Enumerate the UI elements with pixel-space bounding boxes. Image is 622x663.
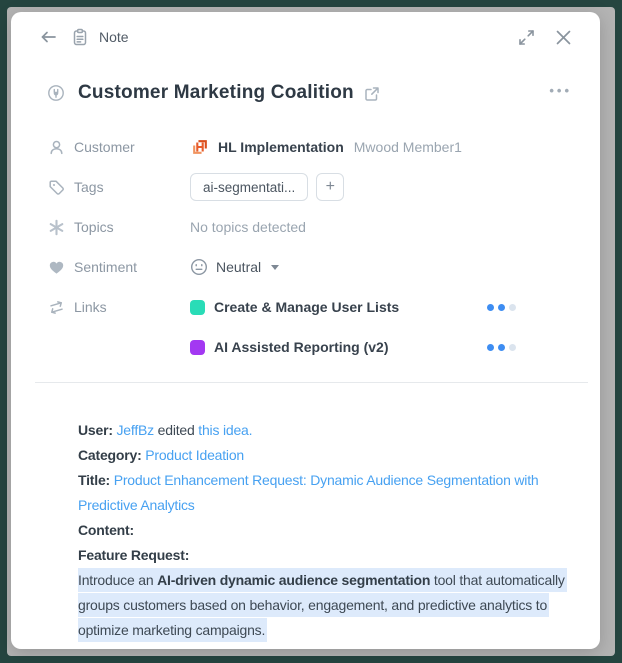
note-title-row: Customer Marketing Coalition ••• <box>39 79 572 107</box>
feature-request-label: Feature Request: <box>78 547 190 563</box>
field-tags: Tags ai-segmentati... + <box>39 167 572 207</box>
note-clipboard-icon <box>71 28 89 47</box>
add-tag-button[interactable]: + <box>316 173 345 201</box>
idea-title-link[interactable]: Product Enhancement Request: Dynamic Aud… <box>78 472 539 513</box>
field-sentiment: Sentiment Neutral <box>39 247 572 287</box>
user-link[interactable]: JeffBz <box>117 422 155 438</box>
progress-dot <box>487 343 494 351</box>
body-line-user: User: JeffBz edited this idea. <box>78 418 581 443</box>
highlighted-text: Introduce an AI-driven dynamic audience … <box>78 568 567 642</box>
idea-portal-icon <box>47 84 65 102</box>
note-fields: Customer HL Implementation Mwood Member1 <box>39 127 572 367</box>
note-type-label: Note <box>99 29 129 45</box>
topics-asterisk-icon <box>47 219 65 236</box>
chevron-down-icon <box>271 264 280 270</box>
links-field-label: Links <box>74 299 107 315</box>
topics-empty-value: No topics detected <box>190 219 306 235</box>
back-arrow-icon <box>39 28 58 46</box>
user-label: User: <box>78 422 113 438</box>
close-icon <box>555 29 572 46</box>
linked-item-name[interactable]: Create & Manage User Lists <box>214 299 399 315</box>
tag-icon <box>47 179 65 196</box>
external-link-icon[interactable] <box>364 86 380 102</box>
linked-item-name[interactable]: AI Assisted Reporting (v2) <box>214 339 389 355</box>
highlight-pre: Introduce an <box>78 572 158 588</box>
field-customer: Customer HL Implementation Mwood Member1 <box>39 127 572 167</box>
content-label: Content: <box>78 522 134 538</box>
topics-field-label: Topics <box>74 219 114 235</box>
expand-button[interactable] <box>518 29 535 46</box>
body-line-title: Title: Product Enhancement Request: Dyna… <box>78 468 581 518</box>
body-line-highlight: Introduce an AI-driven dynamic audience … <box>78 568 581 643</box>
title-label: Title: <box>78 472 110 488</box>
body-line-feature: Feature Request: <box>78 543 581 568</box>
sentiment-dropdown[interactable]: Neutral <box>190 258 280 276</box>
category-link[interactable]: Product Ideation <box>145 447 244 463</box>
body-line-content: Content: <box>78 518 581 543</box>
expand-icon <box>518 29 535 46</box>
customer-field-label: Customer <box>74 139 135 155</box>
field-topics: Topics No topics detected <box>39 207 572 247</box>
progress-dot <box>498 303 505 311</box>
user-mid-text: edited <box>153 422 199 438</box>
field-links: Links Create & Manage User Lists <box>39 287 572 327</box>
link-color-swatch <box>190 339 205 355</box>
note-modal: Note Customer Marketing Coalition ••• Cu… <box>11 12 600 649</box>
tag-chip[interactable]: ai-segmentati... <box>190 173 309 201</box>
field-links-row2: AI Assisted Reporting (v2) <box>39 327 572 367</box>
category-label: Category: <box>78 447 142 463</box>
idea-link[interactable]: this idea. <box>198 422 252 438</box>
body-line-category: Category: Product Ideation <box>78 443 581 468</box>
progress-dot <box>498 343 505 351</box>
link-color-swatch <box>190 299 205 315</box>
sentiment-field-label: Sentiment <box>74 259 138 275</box>
section-divider <box>35 382 588 383</box>
customer-company-name[interactable]: HL Implementation <box>218 139 344 155</box>
links-icon <box>47 299 65 316</box>
customer-member-name: Mwood Member1 <box>353 139 462 155</box>
close-button[interactable] <box>555 29 572 46</box>
highlight-bold: AI-driven dynamic audience segmentation <box>157 572 431 588</box>
link-progress-dots <box>487 343 516 351</box>
page-title: Customer Marketing Coalition <box>78 82 354 103</box>
note-body: User: JeffBz edited this idea. Category:… <box>78 418 581 643</box>
more-options-button[interactable]: ••• <box>549 84 572 103</box>
tags-field-label: Tags <box>74 179 104 195</box>
link-progress-dots <box>487 303 516 311</box>
neutral-face-icon <box>190 258 208 276</box>
progress-dot <box>509 343 516 351</box>
sentiment-value: Neutral <box>216 259 262 275</box>
progress-dot <box>509 303 516 311</box>
back-button[interactable] <box>39 28 58 46</box>
heart-icon <box>47 259 65 276</box>
modal-header: Note <box>39 26 572 48</box>
hl-implementation-logo <box>190 137 210 157</box>
person-icon <box>47 139 65 156</box>
progress-dot <box>487 303 494 311</box>
